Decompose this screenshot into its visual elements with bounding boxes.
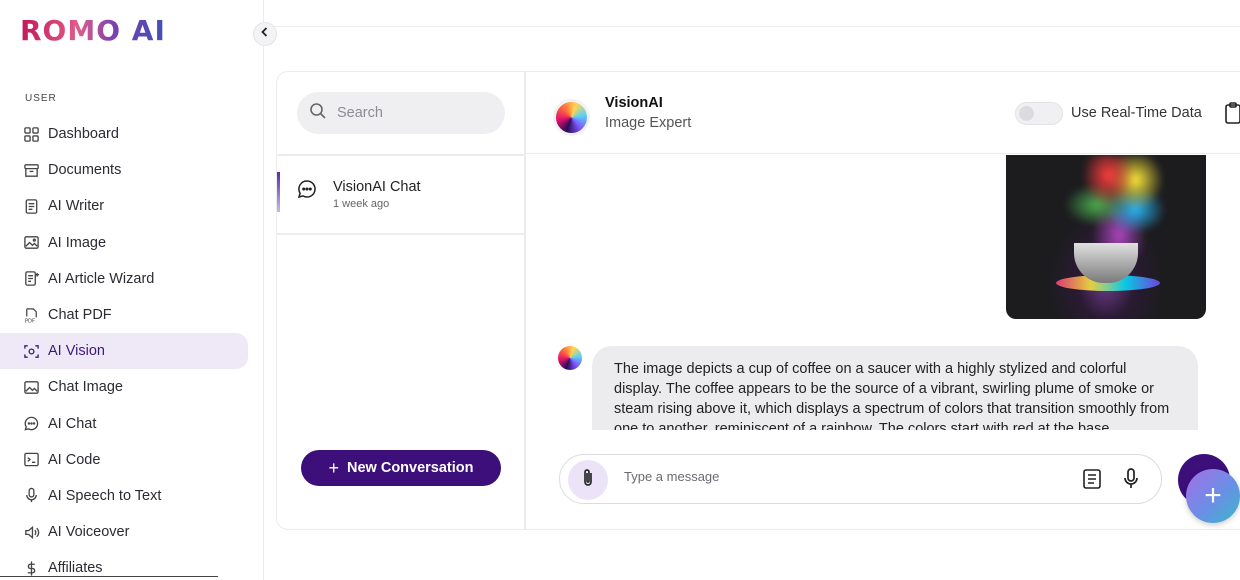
- sidebar-item-label: Documents: [48, 162, 122, 179]
- pdf-icon: PDF: [22, 306, 40, 324]
- sidebar-item-chat-pdf[interactable]: PDF Chat PDF: [0, 297, 248, 333]
- conversation-list-panel: VisionAI Chat 1 week ago + New Conversat…: [276, 71, 526, 530]
- sidebar-item-label: Affiliates: [48, 560, 103, 577]
- message-input[interactable]: [624, 469, 1024, 484]
- new-conversation-label: New Conversation: [347, 460, 474, 476]
- floating-add-button[interactable]: +: [1186, 469, 1240, 523]
- active-conversation-indicator: [277, 172, 280, 212]
- sidebar-item-dashboard[interactable]: Dashboard: [0, 116, 248, 152]
- microphone-icon: [22, 487, 40, 505]
- prompt-library-icon[interactable]: [1082, 468, 1102, 495]
- sidebar-item-documents[interactable]: Documents: [0, 152, 248, 188]
- sidebar-item-ai-writer[interactable]: AI Writer: [0, 188, 248, 224]
- sidebar-item-label: Chat PDF: [48, 307, 112, 324]
- sidebar-nav: Dashboard Documents AI Writer AI Image A…: [0, 116, 264, 580]
- svg-text:PDF: PDF: [24, 318, 34, 323]
- sidebar-item-label: AI Code: [48, 451, 101, 468]
- divider: [277, 233, 525, 235]
- speaker-icon: [22, 523, 40, 541]
- chat-panel: VisionAI Image Expert Use Real-Time Data…: [526, 71, 1240, 530]
- clipboard-icon[interactable]: [1224, 101, 1240, 130]
- conversation-time: 1 week ago: [333, 198, 390, 210]
- sidebar-item-ai-speech-to-text[interactable]: AI Speech to Text: [0, 478, 248, 514]
- terminal-icon: [22, 451, 40, 469]
- sidebar-item-ai-code[interactable]: AI Code: [0, 442, 248, 478]
- top-header: [265, 0, 1240, 27]
- sidebar-item-ai-vision[interactable]: AI Vision: [0, 333, 248, 370]
- realtime-data-toggle[interactable]: [1015, 102, 1063, 125]
- sidebar-item-label: Dashboard: [48, 126, 119, 143]
- sidebar-scroll-line: [0, 576, 218, 577]
- app-logo[interactable]: ROMO AI: [20, 14, 166, 47]
- bot-avatar: [553, 99, 590, 136]
- plus-icon: +: [328, 457, 339, 478]
- search-box[interactable]: [297, 92, 505, 134]
- sidebar-item-chat-image[interactable]: Chat Image: [0, 369, 248, 405]
- realtime-data-label: Use Real-Time Data: [1071, 105, 1202, 121]
- chat-image-icon: [22, 378, 40, 396]
- bot-role: Image Expert: [605, 115, 692, 131]
- document-icon: [22, 197, 40, 215]
- divider: [277, 154, 525, 156]
- paperclip-icon: [579, 467, 597, 494]
- sidebar-item-label: AI Chat: [48, 415, 97, 432]
- attach-button[interactable]: [568, 460, 608, 500]
- conversation-item[interactable]: VisionAI Chat 1 week ago: [277, 158, 525, 234]
- sidebar-item-label: AI Voiceover: [48, 524, 130, 541]
- chat-bubble-icon: [22, 415, 40, 433]
- image-smoke: [1064, 155, 1174, 255]
- sidebar-item-ai-article-wizard[interactable]: AI Article Wizard: [0, 261, 248, 297]
- sidebar-item-ai-voiceover[interactable]: AI Voiceover: [0, 514, 248, 550]
- toggle-knob: [1019, 106, 1034, 121]
- chat-bubble-icon: [296, 178, 318, 205]
- sidebar-item-label: AI Image: [48, 234, 107, 251]
- microphone-icon[interactable]: [1122, 467, 1140, 496]
- sidebar-item-label: AI Writer: [48, 198, 105, 215]
- chevron-left-icon: [259, 25, 271, 43]
- article-wizard-icon: [22, 270, 40, 288]
- conversation-title: VisionAI Chat: [333, 179, 421, 195]
- assistant-avatar: [558, 346, 582, 370]
- search-input[interactable]: [337, 105, 487, 121]
- vision-scan-icon: [22, 342, 40, 360]
- sidebar-item-ai-chat[interactable]: AI Chat: [0, 406, 248, 442]
- generated-image[interactable]: [1006, 155, 1206, 319]
- archive-icon: [22, 161, 40, 179]
- sidebar-item-label: Chat Image: [48, 379, 123, 396]
- app-root: ROMO AI USER Dashboard Documents AI Writ…: [0, 0, 1240, 580]
- chat-header: VisionAI Image Expert Use Real-Time Data: [526, 72, 1240, 154]
- sidebar-item-label: AI Article Wizard: [48, 270, 155, 287]
- sidebar-item-ai-image[interactable]: AI Image: [0, 225, 248, 261]
- message-composer: [559, 454, 1162, 504]
- sidebar-section-label: USER: [25, 93, 57, 104]
- search-icon: [309, 102, 327, 125]
- sidebar-item-label: AI Speech to Text: [48, 487, 162, 504]
- sidebar: ROMO AI USER Dashboard Documents AI Writ…: [0, 0, 264, 580]
- sidebar-item-label: AI Vision: [48, 343, 105, 360]
- dollar-icon: [22, 559, 40, 577]
- plus-icon: +: [1204, 479, 1222, 512]
- assistant-message-bubble: The image depicts a cup of coffee on a s…: [592, 346, 1198, 430]
- new-conversation-button[interactable]: + New Conversation: [301, 450, 501, 486]
- dashboard-icon: [22, 125, 40, 143]
- bot-name: VisionAI: [605, 95, 663, 111]
- sidebar-collapse-button[interactable]: [253, 22, 277, 46]
- image-icon: [22, 234, 40, 252]
